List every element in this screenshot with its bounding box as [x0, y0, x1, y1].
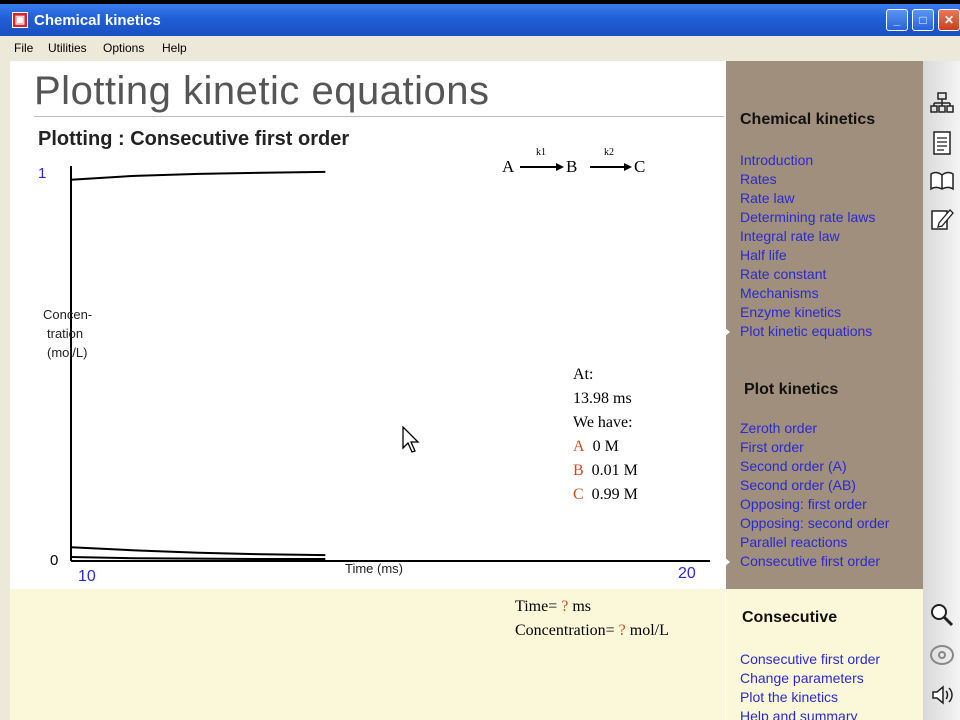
sidebar-item-introduction[interactable]: Introduction — [740, 152, 813, 168]
readout-value-a: 0 M — [592, 438, 619, 455]
edit-icon[interactable] — [928, 205, 956, 233]
sidebar-item-help-and-summary[interactable]: Help and summary — [740, 708, 858, 720]
sidebar-item-mechanisms[interactable]: Mechanisms — [740, 285, 819, 301]
readout-row-c: C 0.99 M — [573, 483, 638, 507]
readout-row-b: B 0.01 M — [573, 459, 638, 483]
menu-options[interactable]: Options — [103, 41, 144, 55]
species-b: B — [566, 157, 577, 176]
x-tick-label-10: 10 — [78, 568, 96, 585]
readout-we-have: We have: — [573, 414, 633, 431]
menu-utilities[interactable]: Utilities — [48, 41, 87, 55]
title-bar: ▣ Chemical kinetics _ □ ✕ — [0, 4, 960, 36]
navigation-sidebar: Chemical kinetics Introduction Rates Rat… — [724, 61, 923, 720]
concentration-readout: At: 13.98 ms We have: A 0 M B 0.01 M C 0.99… — [573, 363, 638, 507]
species-c: C — [634, 157, 645, 176]
sidebar-item-second-order-a[interactable]: Second order (A) — [740, 458, 847, 474]
sidebar-item-integral-rate-law[interactable]: Integral rate law — [740, 228, 840, 244]
sidebar-item-second-order-ab[interactable]: Second order (AB) — [740, 477, 856, 493]
series-line-1 — [70, 170, 326, 181]
window-title: Chemical kinetics — [34, 12, 161, 29]
sidebar-item-plot-kinetic-equations[interactable]: Plot kinetic equations — [740, 323, 872, 339]
title-divider — [34, 116, 724, 117]
speaker-icon[interactable] — [928, 681, 956, 709]
sidebar-heading-plot-kinetics: Plot kinetics — [744, 381, 839, 398]
y-tick-label-1: 1 — [38, 165, 46, 182]
series-layer — [70, 170, 326, 560]
maximize-button[interactable]: □ — [912, 9, 934, 31]
cd-icon[interactable] — [928, 641, 956, 669]
sidebar-item-plot-the-kinetics[interactable]: Plot the kinetics — [740, 689, 838, 705]
readout-row-a: A 0 M — [573, 435, 638, 459]
app-window: ▣ Chemical kinetics _ □ ✕ File Utilities… — [0, 4, 960, 720]
query-time-label: Time= — [515, 598, 558, 615]
rate-k1: k1 — [536, 147, 546, 158]
menu-help[interactable]: Help — [162, 41, 187, 55]
sidebar-marker-1 — [724, 327, 730, 337]
sidebar-item-zeroth-order[interactable]: Zeroth order — [740, 420, 817, 436]
y-tick-label-0: 0 — [50, 552, 58, 569]
sidebar-item-half-life[interactable]: Half life — [740, 247, 787, 263]
page-title: Plotting kinetic equations — [34, 69, 490, 113]
x-tick-label-20: 20 — [678, 565, 696, 582]
readout-species-c: C — [573, 486, 584, 503]
series-line-2 — [70, 546, 326, 557]
readout-at-label: At: — [573, 366, 594, 383]
x-axis-label: Time (ms) — [345, 561, 403, 576]
sidebar-item-rates[interactable]: Rates — [740, 171, 777, 187]
y-axis-label-line1: Concen- — [43, 307, 92, 322]
arrowhead-2 — [624, 163, 632, 171]
species-a: A — [502, 157, 515, 176]
sidebar-marker-2 — [724, 557, 730, 567]
query-pane: Time= ? ms Concentration= ? mol/L — [10, 589, 725, 720]
query-conc-value[interactable]: ? — [619, 622, 626, 639]
sitemap-icon[interactable] — [928, 89, 956, 117]
menu-bar: File Utilities Options Help — [0, 37, 960, 59]
sidebar-heading-chemical-kinetics: Chemical kinetics — [740, 111, 876, 128]
readout-species-a: A — [573, 438, 585, 455]
readout-value-b: 0.01 M — [591, 462, 638, 479]
query-conc-row: Concentration= ? mol/L — [515, 619, 669, 643]
page-subtitle: Plotting : Consecutive first order — [38, 128, 350, 150]
query-conc-label: Concentration= — [515, 622, 615, 639]
query-time-unit: ms — [572, 598, 592, 615]
notes-icon[interactable] — [928, 129, 956, 157]
series-line-3 — [70, 556, 326, 560]
rate-k2: k2 — [604, 147, 614, 158]
readout-species-b: B — [573, 462, 584, 479]
content-area: Plotting kinetic equations Plotting : Co… — [10, 61, 960, 720]
sidebar-item-consecutive-first-order-2[interactable]: Consecutive first order — [740, 651, 880, 667]
sidebar-item-change-parameters[interactable]: Change parameters — [740, 670, 864, 686]
menu-file[interactable]: File — [14, 41, 33, 55]
readout-value-c: 0.99 M — [591, 486, 638, 503]
right-toolbar — [923, 61, 960, 720]
reaction-diagram: A k1 B k2 C — [502, 147, 645, 176]
query-block: Time= ? ms Concentration= ? mol/L — [515, 595, 669, 643]
sidebar-item-consecutive-first-order[interactable]: Consecutive first order — [740, 553, 880, 569]
sidebar-item-rate-law[interactable]: Rate law — [740, 190, 794, 206]
magnifier-icon[interactable] — [928, 601, 956, 629]
close-button[interactable]: ✕ — [938, 9, 960, 31]
y-axis-label-line3: (mol/L) — [47, 345, 87, 360]
sidebar-item-opposing-first-order[interactable]: Opposing: first order — [740, 496, 867, 512]
query-conc-unit: mol/L — [629, 622, 669, 639]
sidebar-item-rate-constant[interactable]: Rate constant — [740, 266, 826, 282]
sidebar-item-parallel-reactions[interactable]: Parallel reactions — [740, 534, 847, 550]
sidebar-item-enzyme-kinetics[interactable]: Enzyme kinetics — [740, 304, 841, 320]
sidebar-consecutive-panel: Consecutive Consecutive first order Chan… — [726, 589, 923, 720]
y-axis-label-line2: tration — [47, 326, 83, 341]
sidebar-item-determining-rate-laws[interactable]: Determining rate laws — [740, 209, 875, 225]
mouse-cursor-icon — [402, 426, 420, 453]
arrowhead-1 — [556, 163, 564, 171]
sidebar-item-first-order[interactable]: First order — [740, 439, 804, 455]
book-icon[interactable] — [928, 167, 956, 195]
minimize-button[interactable]: _ — [886, 9, 908, 31]
query-time-row: Time= ? ms — [515, 595, 669, 619]
query-time-value[interactable]: ? — [561, 598, 568, 615]
readout-time: 13.98 ms — [573, 390, 632, 407]
sidebar-item-opposing-second-order[interactable]: Opposing: second order — [740, 515, 889, 531]
reaction-scheme: A k1 B k2 C — [500, 143, 660, 182]
app-icon: ▣ — [12, 12, 28, 28]
sidebar-heading-consecutive: Consecutive — [742, 609, 838, 626]
